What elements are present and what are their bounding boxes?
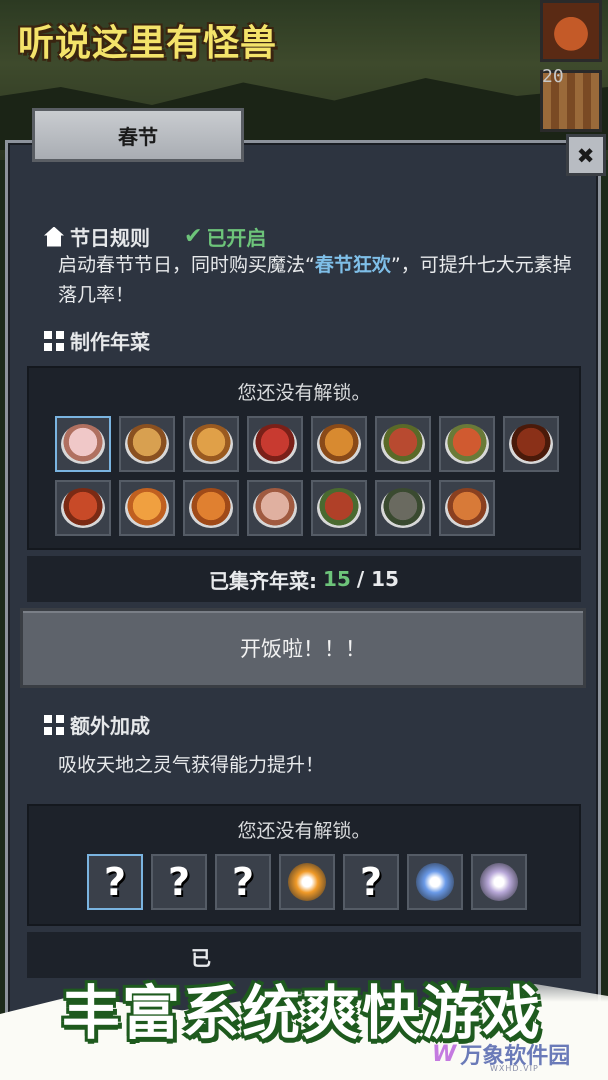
festival-rules-header: 节日规则 ✔ 已开启 [44, 222, 266, 251]
collected-bar: 已集齐年菜: 15 / 15 [27, 556, 581, 602]
dish-icon [253, 424, 297, 464]
dishes-locked-text: 您还没有解锁。 [237, 382, 371, 404]
bonus-grid: ???? [87, 854, 591, 910]
dish-slot[interactable] [55, 416, 111, 472]
bonus-slot[interactable] [471, 854, 527, 910]
bonus-slot[interactable] [279, 854, 335, 910]
bonus-slot[interactable]: ? [343, 854, 399, 910]
dish-slot[interactable] [311, 480, 367, 536]
check-icon: ✔ [184, 224, 203, 249]
dish-slot[interactable] [311, 416, 367, 472]
extra-bonus-header: 额外加成 [44, 710, 150, 739]
dish-icon [125, 424, 169, 464]
dish-icon [125, 488, 169, 528]
watermark-sub: WXHD.VIP [490, 1064, 539, 1073]
bonus-box: 您还没有解锁。 ???? [27, 804, 581, 926]
panel-title-tab: 春节 [32, 108, 244, 162]
dish-icon [61, 424, 105, 464]
dishes-grid [55, 416, 559, 536]
question-mark-icon: ? [231, 860, 255, 904]
magic-highlight: 春节狂欢 [314, 254, 391, 276]
dish-slot[interactable] [55, 480, 111, 536]
grid-icon [44, 714, 64, 735]
dish-slot[interactable] [119, 416, 175, 472]
spirit-orb-icon [480, 863, 518, 901]
dish-icon [445, 488, 489, 528]
pot-item-icon[interactable] [540, 0, 602, 62]
eat-button[interactable]: 开饭啦！！！ [20, 608, 586, 688]
status-text: 已开启 [206, 226, 267, 250]
dish-icon [253, 488, 297, 528]
spirit-orb-icon [416, 863, 454, 901]
dish-icon [61, 488, 105, 528]
festival-rules-description: 启动春节节日，同时购买魔法“春节狂欢”，可提升七大元素掉落几率！ [58, 250, 578, 310]
extra-bonus-description: 吸收天地之灵气获得能力提升！ [58, 754, 325, 776]
collected-total: / 15 [356, 567, 399, 591]
dish-slot[interactable] [375, 416, 431, 472]
dish-slot[interactable] [375, 480, 431, 536]
dish-slot[interactable] [183, 416, 239, 472]
spirit-orb-icon [288, 863, 326, 901]
home-icon [44, 226, 64, 247]
dish-slot[interactable] [439, 416, 495, 472]
dish-icon [509, 424, 553, 464]
close-button[interactable]: ✖ [566, 134, 606, 176]
dish-slot[interactable] [247, 416, 303, 472]
watermark-logo: W [432, 1041, 457, 1067]
game-logo: 听说这里有怪兽 [18, 23, 278, 64]
dish-slot[interactable] [439, 480, 495, 536]
question-mark-icon: ? [359, 860, 383, 904]
dish-slot[interactable] [503, 416, 559, 472]
dish-slot[interactable] [247, 480, 303, 536]
dish-slot[interactable] [119, 480, 175, 536]
bonus-locked-text: 您还没有解锁。 [237, 820, 371, 842]
question-mark-icon: ? [167, 860, 191, 904]
status-badge: ✔ 已开启 [184, 222, 266, 251]
dish-icon [317, 424, 361, 464]
dish-icon [445, 424, 489, 464]
extra-bonus-heading: 额外加成 [70, 714, 150, 738]
dish-icon [381, 488, 425, 528]
bonus-status-bar: 已 [27, 932, 581, 978]
bonus-slot[interactable]: ? [215, 854, 271, 910]
grid-icon [44, 330, 64, 351]
festival-rules-heading: 节日规则 [70, 226, 150, 250]
dish-icon [317, 488, 361, 528]
dishes-header: 制作年菜 [44, 326, 150, 355]
item-count: 20 [542, 66, 564, 87]
watermark: W 万象软件园 WXHD.VIP [432, 1038, 570, 1074]
dish-icon [189, 488, 233, 528]
dish-slot[interactable] [183, 480, 239, 536]
bonus-slot[interactable]: ? [87, 854, 143, 910]
dish-icon [381, 424, 425, 464]
collected-label: 已集齐年菜: [209, 568, 318, 593]
desc-prefix: 启动春节节日，同时购买魔法“ [58, 254, 315, 276]
collected-count: 15 [323, 567, 351, 591]
dishes-heading: 制作年菜 [70, 330, 150, 354]
bonus-slot[interactable]: ? [151, 854, 207, 910]
dish-icon [189, 424, 233, 464]
dishes-box: 您还没有解锁。 [27, 366, 581, 550]
question-mark-icon: ? [103, 860, 127, 904]
bonus-slot[interactable] [407, 854, 463, 910]
